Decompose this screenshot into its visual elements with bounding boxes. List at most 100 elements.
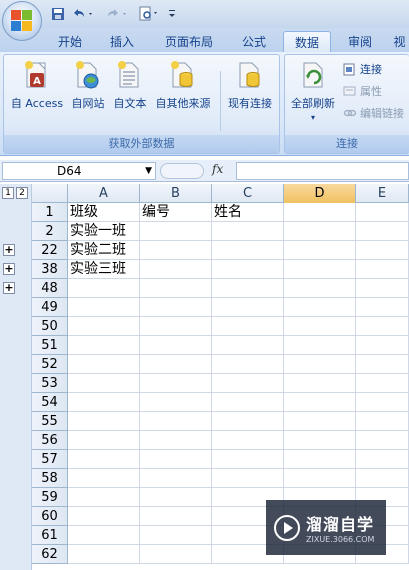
cell-e[interactable]: [356, 336, 409, 355]
outline-level-1-button[interactable]: 1: [2, 187, 14, 199]
row-header[interactable]: 50: [32, 317, 68, 336]
cell-a[interactable]: 实验一班: [68, 222, 140, 241]
cell-b[interactable]: [140, 241, 212, 260]
cell-c[interactable]: [212, 317, 284, 336]
row-header[interactable]: 22: [32, 241, 68, 260]
from-other-sources-button[interactable]: 自其他来源: [152, 59, 214, 111]
cell-d[interactable]: [284, 374, 356, 393]
cell-a[interactable]: 实验二班: [68, 241, 140, 260]
cell-e[interactable]: [356, 450, 409, 469]
cell-e[interactable]: [356, 393, 409, 412]
cell-d[interactable]: [284, 317, 356, 336]
cell-c[interactable]: 姓名: [212, 203, 284, 222]
row-header[interactable]: 55: [32, 412, 68, 431]
cell-c[interactable]: [212, 469, 284, 488]
cell-a[interactable]: [68, 412, 140, 431]
column-header-c[interactable]: C: [212, 184, 284, 203]
cell-b[interactable]: [140, 374, 212, 393]
cell-d[interactable]: [284, 412, 356, 431]
row-header[interactable]: 62: [32, 545, 68, 564]
row-header[interactable]: 48: [32, 279, 68, 298]
row-header[interactable]: 51: [32, 336, 68, 355]
cell-e[interactable]: [356, 298, 409, 317]
from-text-button[interactable]: 自文本: [110, 59, 150, 111]
cell-d[interactable]: [284, 203, 356, 222]
row-header[interactable]: 58: [32, 469, 68, 488]
row-header[interactable]: 54: [32, 393, 68, 412]
cell-c[interactable]: [212, 279, 284, 298]
cell-b[interactable]: [140, 222, 212, 241]
row-header[interactable]: 2: [32, 222, 68, 241]
cell-b[interactable]: [140, 279, 212, 298]
refresh-dropdown-icon[interactable]: ▾: [287, 113, 339, 122]
cell-c[interactable]: [212, 260, 284, 279]
cell-d[interactable]: [284, 431, 356, 450]
cell-a[interactable]: [68, 507, 140, 526]
existing-connections-button[interactable]: 现有连接: [222, 59, 278, 111]
cell-a[interactable]: [68, 298, 140, 317]
cell-b[interactable]: [140, 526, 212, 545]
cell-d[interactable]: [284, 355, 356, 374]
row-header[interactable]: 60: [32, 507, 68, 526]
row-header[interactable]: 1: [32, 203, 68, 222]
cell-a[interactable]: 班级: [68, 203, 140, 222]
cell-d[interactable]: [284, 222, 356, 241]
column-header-b[interactable]: B: [140, 184, 212, 203]
cell-a[interactable]: [68, 336, 140, 355]
cell-a[interactable]: [68, 526, 140, 545]
cell-c[interactable]: [212, 393, 284, 412]
from-web-button[interactable]: 自网站: [68, 59, 108, 111]
cell-c[interactable]: [212, 298, 284, 317]
cell-a[interactable]: [68, 469, 140, 488]
column-header-e[interactable]: E: [356, 184, 409, 203]
tab-insert[interactable]: 插入: [100, 31, 144, 52]
cell-e[interactable]: [356, 260, 409, 279]
formula-bar-resize-handle[interactable]: [160, 163, 204, 179]
cell-e[interactable]: [356, 317, 409, 336]
cell-d[interactable]: [284, 241, 356, 260]
row-header[interactable]: 49: [32, 298, 68, 317]
cell-a[interactable]: [68, 317, 140, 336]
tab-review[interactable]: 审阅: [338, 31, 382, 52]
cell-e[interactable]: [356, 355, 409, 374]
properties-button[interactable]: 属性: [343, 83, 382, 99]
cell-c[interactable]: [212, 355, 284, 374]
cell-e[interactable]: [356, 241, 409, 260]
formula-input[interactable]: [236, 162, 409, 180]
cell-e[interactable]: [356, 203, 409, 222]
cell-c[interactable]: [212, 374, 284, 393]
cell-a[interactable]: [68, 431, 140, 450]
row-header[interactable]: 52: [32, 355, 68, 374]
name-box-dropdown-icon[interactable]: ▼: [145, 163, 152, 179]
cell-a[interactable]: [68, 488, 140, 507]
tab-page-layout[interactable]: 页面布局: [154, 31, 224, 52]
redo-icon[interactable]: [104, 5, 130, 23]
row-header[interactable]: 59: [32, 488, 68, 507]
insert-function-button[interactable]: fx: [212, 162, 223, 176]
cell-b[interactable]: [140, 355, 212, 374]
cell-b[interactable]: [140, 393, 212, 412]
cell-b[interactable]: [140, 488, 212, 507]
cell-a[interactable]: [68, 279, 140, 298]
cell-b[interactable]: [140, 298, 212, 317]
cell-e[interactable]: [356, 469, 409, 488]
cell-d[interactable]: [284, 450, 356, 469]
cell-e[interactable]: [356, 374, 409, 393]
cell-a[interactable]: 实验三班: [68, 260, 140, 279]
expand-group-button[interactable]: +: [3, 282, 15, 294]
expand-group-button[interactable]: +: [3, 263, 15, 275]
save-icon[interactable]: [50, 5, 66, 23]
row-header[interactable]: 57: [32, 450, 68, 469]
tab-data[interactable]: 数据: [283, 31, 331, 52]
connections-button[interactable]: 连接: [343, 61, 382, 77]
tab-view[interactable]: 视: [390, 31, 409, 52]
cell-d[interactable]: [284, 260, 356, 279]
outline-level-2-button[interactable]: 2: [16, 187, 28, 199]
edit-links-button[interactable]: 编辑链接: [343, 105, 404, 121]
tab-formulas[interactable]: 公式: [232, 31, 276, 52]
cell-b[interactable]: [140, 336, 212, 355]
cell-e[interactable]: [356, 431, 409, 450]
cell-e[interactable]: [356, 222, 409, 241]
name-box[interactable]: D64 ▼: [2, 162, 156, 180]
cell-a[interactable]: [68, 355, 140, 374]
